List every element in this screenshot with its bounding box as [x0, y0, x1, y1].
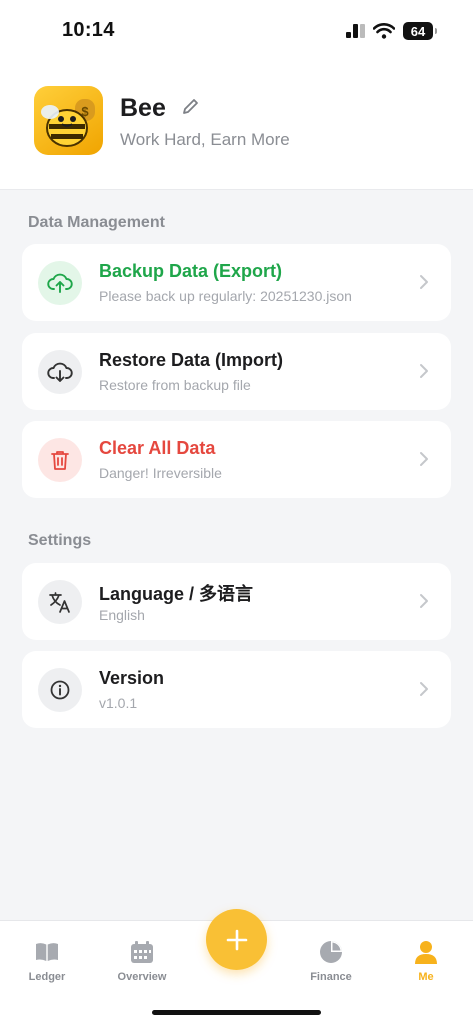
header-area: 10:14 64 $ Bee Work Hard, Earn More	[0, 0, 473, 190]
section-title-settings: Settings	[28, 532, 92, 549]
cloud-upload-icon	[38, 261, 82, 305]
restore-data-row[interactable]: Restore Data (Import) Restore from backu…	[22, 333, 451, 410]
tab-me[interactable]: Me	[386, 939, 466, 983]
cloud-download-icon	[38, 350, 82, 394]
tab-label: Overview	[117, 971, 167, 983]
add-record-button[interactable]	[206, 909, 267, 970]
battery-level: 64	[410, 23, 426, 39]
chevron-right-icon	[420, 594, 428, 608]
chevron-right-icon	[420, 364, 428, 378]
pie-chart-icon	[320, 941, 342, 963]
me-screen: 10:14 64 $ Bee Work Hard, Earn More Data…	[0, 0, 473, 1024]
plus-icon	[226, 929, 247, 950]
bee-logo-icon: $	[41, 99, 95, 147]
chevron-right-icon	[420, 452, 428, 466]
tab-ledger[interactable]: Ledger	[7, 939, 87, 983]
tab-overview[interactable]: Overview	[102, 939, 182, 983]
clear-data-title: Clear All Data	[99, 438, 216, 458]
language-subtitle: English	[99, 607, 145, 623]
language-title: Language / 多语言	[99, 584, 254, 604]
person-icon	[415, 941, 437, 964]
app-avatar[interactable]: $	[34, 86, 103, 155]
wifi-icon	[373, 23, 395, 39]
status-icons: 64	[346, 20, 437, 42]
home-indicator[interactable]	[152, 1010, 321, 1015]
tab-label: Me	[418, 971, 434, 983]
profile-name: Bee	[120, 94, 166, 122]
cellular-signal-icon	[346, 24, 365, 38]
translate-icon	[38, 580, 82, 624]
info-icon	[38, 668, 82, 712]
calendar-icon	[131, 941, 153, 963]
tab-label: Ledger	[28, 971, 66, 983]
trash-icon	[38, 438, 82, 482]
clear-data-subtitle: Danger! Irreversible	[99, 465, 222, 481]
language-row[interactable]: Language / 多语言 English	[22, 563, 451, 640]
chevron-right-icon	[420, 275, 428, 289]
chevron-right-icon	[420, 682, 428, 696]
edit-pencil-icon[interactable]	[181, 98, 199, 116]
tab-label: Finance	[310, 971, 352, 983]
backup-data-title: Backup Data (Export)	[99, 261, 283, 281]
tab-finance[interactable]: Finance	[291, 939, 371, 983]
version-title: Version	[99, 668, 165, 688]
backup-data-row[interactable]: Backup Data (Export) Please back up regu…	[22, 244, 451, 321]
backup-data-subtitle: Please back up regularly: 20251230.json	[99, 288, 352, 304]
profile-motto: Work Hard, Earn More	[120, 130, 290, 149]
status-time: 10:14	[62, 19, 115, 41]
version-row[interactable]: Version v1.0.1	[22, 651, 451, 728]
version-subtitle: v1.0.1	[99, 695, 138, 711]
restore-data-title: Restore Data (Import)	[99, 350, 284, 370]
section-title-data-management: Data Management	[28, 214, 165, 231]
clear-data-row[interactable]: Clear All Data Danger! Irreversible	[22, 421, 451, 498]
book-icon	[36, 943, 58, 961]
battery-icon: 64	[403, 22, 437, 40]
restore-data-subtitle: Restore from backup file	[99, 377, 251, 393]
